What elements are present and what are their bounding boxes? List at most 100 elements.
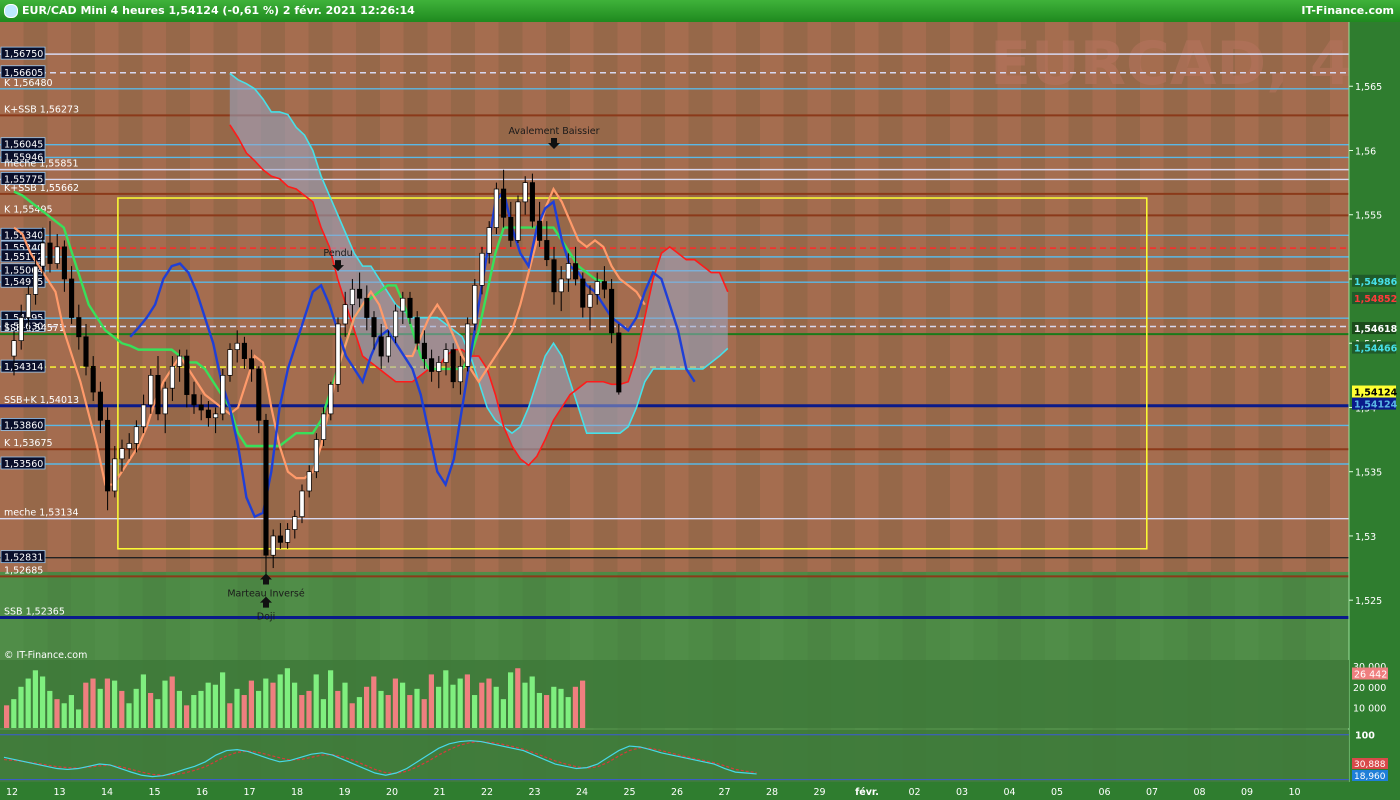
candle[interactable]: [18, 317, 24, 341]
candle[interactable]: [450, 349, 456, 383]
candle[interactable]: [241, 342, 247, 359]
volume-bar[interactable]: [335, 690, 341, 728]
candle[interactable]: [421, 342, 427, 359]
volume-bar[interactable]: [385, 695, 391, 728]
candle[interactable]: [508, 216, 514, 241]
volume-bar[interactable]: [500, 699, 506, 728]
volume-bar[interactable]: [90, 678, 96, 728]
candle[interactable]: [285, 529, 291, 543]
candle[interactable]: [565, 263, 571, 280]
volume-bar[interactable]: [472, 695, 478, 728]
candle[interactable]: [472, 285, 478, 325]
volume-bar[interactable]: [371, 676, 377, 728]
candle[interactable]: [501, 188, 507, 218]
candle[interactable]: [97, 391, 103, 421]
candle[interactable]: [443, 349, 449, 363]
candle[interactable]: [227, 349, 233, 376]
volume-bar[interactable]: [212, 684, 218, 728]
volume-bar[interactable]: [292, 682, 298, 728]
candle[interactable]: [148, 374, 154, 406]
volume-bar[interactable]: [184, 705, 190, 728]
volume-bar[interactable]: [126, 703, 132, 728]
candle[interactable]: [162, 387, 168, 415]
candle[interactable]: [33, 265, 39, 295]
candle[interactable]: [126, 443, 132, 449]
volume-bar[interactable]: [558, 688, 564, 728]
candle[interactable]: [263, 419, 269, 556]
volume-bar[interactable]: [97, 688, 103, 728]
candle[interactable]: [61, 246, 67, 280]
volume-bar[interactable]: [234, 688, 240, 728]
volume-bar[interactable]: [25, 678, 31, 728]
candle[interactable]: [385, 336, 391, 357]
candle[interactable]: [119, 448, 125, 460]
candle[interactable]: [558, 278, 564, 293]
volume-bar[interactable]: [414, 688, 420, 728]
volume-bar[interactable]: [364, 686, 370, 728]
candle[interactable]: [486, 227, 492, 254]
volume-bar[interactable]: [133, 688, 139, 728]
volume-bar[interactable]: [284, 668, 290, 728]
candle[interactable]: [234, 342, 240, 350]
volume-bar[interactable]: [443, 670, 449, 728]
candle[interactable]: [371, 317, 377, 338]
candle[interactable]: [349, 288, 355, 306]
candle[interactable]: [313, 439, 319, 473]
volume-bar[interactable]: [536, 692, 542, 728]
volume-bar[interactable]: [68, 695, 74, 728]
volume-bar[interactable]: [54, 699, 60, 728]
volume-bar[interactable]: [320, 699, 326, 728]
candle[interactable]: [537, 220, 543, 241]
volume-bar[interactable]: [313, 674, 319, 728]
candle[interactable]: [105, 419, 111, 492]
candle[interactable]: [76, 317, 82, 338]
volume-bar[interactable]: [76, 709, 82, 728]
candle[interactable]: [184, 355, 190, 395]
volume-bar[interactable]: [169, 676, 175, 728]
candle[interactable]: [198, 404, 204, 411]
candle[interactable]: [465, 323, 471, 367]
candle[interactable]: [393, 310, 399, 338]
volume-bar[interactable]: [306, 690, 312, 728]
candle[interactable]: [249, 358, 255, 370]
candle[interactable]: [616, 332, 622, 393]
candle[interactable]: [40, 242, 46, 267]
candle[interactable]: [479, 252, 485, 286]
volume-bar[interactable]: [191, 695, 197, 728]
candle[interactable]: [429, 358, 435, 372]
candle[interactable]: [515, 201, 521, 241]
volume-bar[interactable]: [220, 672, 226, 728]
volume-bar[interactable]: [508, 672, 514, 728]
candle[interactable]: [191, 394, 197, 406]
volume-bar[interactable]: [148, 692, 154, 728]
candle[interactable]: [529, 182, 535, 222]
volume-bar[interactable]: [428, 674, 434, 728]
volume-bar[interactable]: [263, 678, 269, 728]
volume-bar[interactable]: [176, 690, 182, 728]
candle[interactable]: [47, 242, 53, 264]
volume-bar[interactable]: [421, 699, 427, 728]
candle[interactable]: [205, 409, 211, 419]
candle[interactable]: [69, 278, 75, 318]
volume-bar[interactable]: [551, 686, 557, 728]
volume-bar[interactable]: [378, 690, 384, 728]
volume-bar[interactable]: [349, 703, 355, 728]
volume-bar[interactable]: [529, 676, 535, 728]
candle[interactable]: [544, 240, 550, 261]
candle[interactable]: [25, 294, 31, 318]
candle[interactable]: [587, 294, 593, 308]
volume-bar[interactable]: [241, 695, 247, 728]
volume-bar[interactable]: [4, 705, 10, 728]
candle[interactable]: [457, 365, 463, 383]
volume-bar[interactable]: [450, 684, 456, 728]
volume-bar[interactable]: [61, 703, 67, 728]
candle[interactable]: [601, 281, 607, 290]
candle[interactable]: [90, 365, 96, 393]
candle[interactable]: [220, 374, 226, 415]
candle[interactable]: [436, 362, 442, 372]
volume-bar[interactable]: [544, 695, 550, 728]
candle[interactable]: [594, 281, 600, 295]
price-chart[interactable]: EURCAD, 4H1,567501,56605K 1,56480K+SSB 1…: [0, 22, 1400, 800]
candle[interactable]: [213, 413, 219, 419]
candle[interactable]: [400, 297, 406, 312]
